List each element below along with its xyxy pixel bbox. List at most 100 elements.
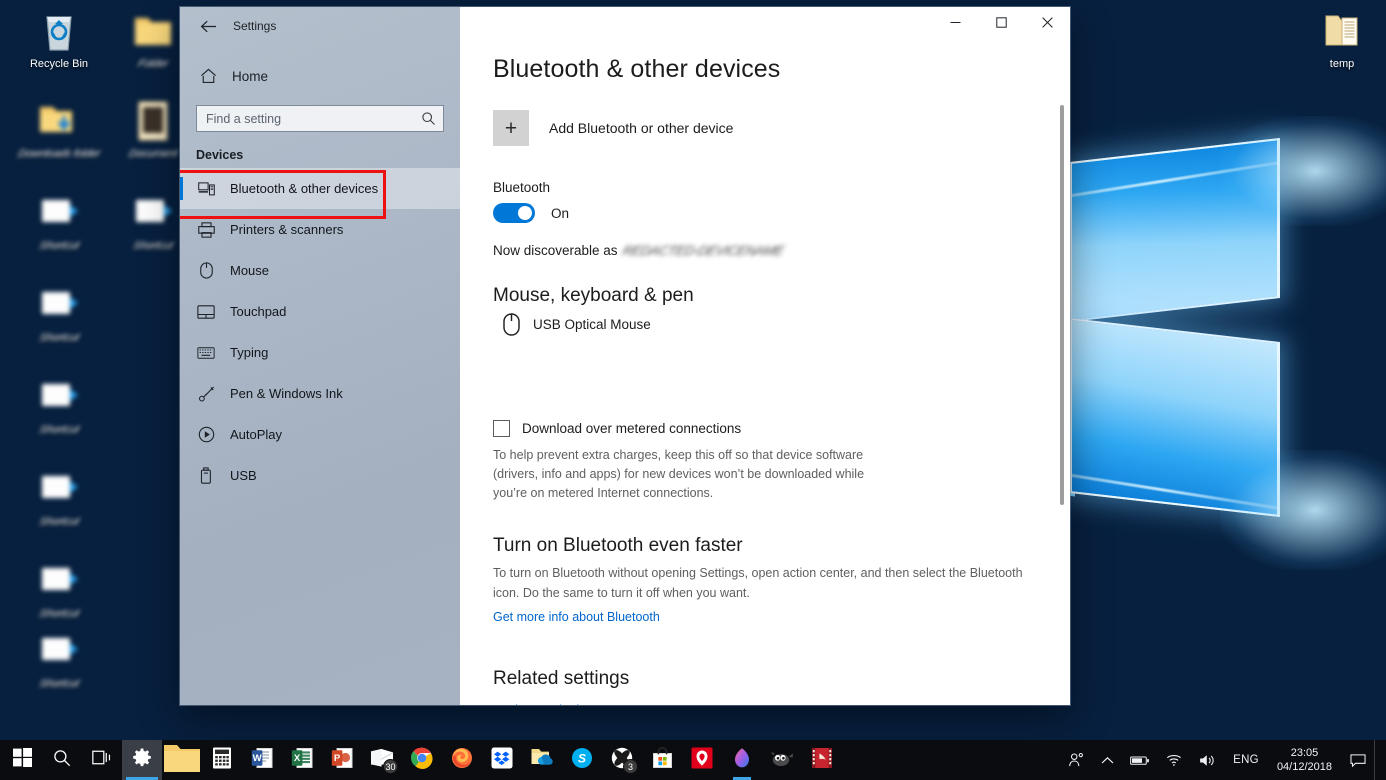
start-button[interactable]	[2, 740, 42, 780]
mail-button[interactable]: 30	[362, 740, 402, 780]
word-button[interactable]: W	[242, 740, 282, 780]
desktop-icon[interactable]: Shortcut	[14, 190, 104, 253]
sidebar-item-touchpad[interactable]: Touchpad	[180, 291, 460, 332]
taskbar-badge: 3	[623, 759, 638, 774]
skype-button[interactable]: S	[562, 740, 602, 780]
sidebar-item-label: USB	[230, 468, 257, 483]
desktop-icon-label: Shortcut	[13, 516, 106, 529]
desktop-icon-label: Downloads folder	[13, 148, 106, 161]
sidebar-item-mouse[interactable]: Mouse	[180, 250, 460, 291]
search-icon[interactable]	[421, 111, 437, 127]
sidebar-item-home[interactable]: Home	[180, 59, 460, 93]
metered-connections-block: Download over metered connections To hel…	[493, 420, 1030, 503]
sidebar-item-pen-windows-ink[interactable]: Pen & Windows Ink	[180, 373, 460, 414]
faster-description: To turn on Bluetooth without opening Set…	[493, 563, 1030, 603]
show-desktop-button[interactable]	[1374, 740, 1382, 780]
taskbar: W X P30 S 3	[0, 740, 1386, 780]
desktop-icon-label: Shortcut	[13, 240, 106, 253]
desktop-icon[interactable]: Shortcut	[14, 558, 104, 621]
desktop-icon[interactable]: Shortcut	[14, 374, 104, 437]
excel-button[interactable]: X	[282, 740, 322, 780]
touchpad-icon	[193, 305, 219, 319]
desktop-icon-label: Shortcut	[13, 678, 106, 691]
avira-button[interactable]	[682, 740, 722, 780]
word-icon: W	[251, 747, 273, 774]
search-input[interactable]	[197, 106, 443, 131]
desktop-icon[interactable]: Shortcut	[14, 466, 104, 529]
vertical-scrollbar[interactable]	[1057, 61, 1066, 695]
discoverable-row: Now discoverable as REDACTED-DEVICENAME	[493, 243, 1030, 258]
bluetooth-devices-icon	[193, 181, 219, 196]
desktop-icon[interactable]: Shortcut	[14, 628, 104, 691]
folder-download-icon	[14, 98, 104, 144]
bluetooth-info-link[interactable]: Get more info about Bluetooth	[493, 610, 660, 624]
keyboard-icon	[193, 347, 219, 359]
sidebar-item-bluetooth-other-devices[interactable]: Bluetooth & other devices	[180, 168, 460, 209]
onedrive-button[interactable]	[522, 740, 562, 780]
settings-sidebar: Settings Home Devices Blue	[180, 7, 460, 705]
taskbar-empty-space	[842, 740, 1060, 780]
desktop-icon[interactable]: temp	[1297, 8, 1386, 71]
battery-icon[interactable]	[1122, 740, 1158, 780]
windows-logo-icon	[13, 748, 32, 772]
people-icon[interactable]	[1060, 740, 1093, 780]
video-editor-button[interactable]	[802, 740, 842, 780]
wifi-icon[interactable]	[1158, 740, 1191, 780]
sidebar-item-autoplay[interactable]: AutoPlay	[180, 414, 460, 455]
folder-open-icon	[1297, 8, 1386, 54]
settings-taskbar-button[interactable]	[122, 740, 162, 780]
device-list-item[interactable]: USB Optical Mouse	[493, 313, 1030, 336]
discoverable-device-name: REDACTED-DEVICENAME	[621, 243, 785, 258]
shortcut-icon	[14, 466, 104, 512]
sidebar-item-label: Touchpad	[230, 304, 286, 319]
desktop-icon[interactable]: Downloads folder	[14, 98, 104, 161]
calculator-button[interactable]	[202, 740, 242, 780]
desktop-icon[interactable]: Recycle Bin	[14, 8, 104, 71]
microsoft-store-button[interactable]	[642, 740, 682, 780]
desktop-icon-label: Shortcut	[13, 608, 106, 621]
sidebar-item-usb[interactable]: USB	[180, 455, 460, 496]
sidebar-item-printers-scanners[interactable]: Printers & scanners	[180, 209, 460, 250]
window-title: Settings	[233, 19, 276, 33]
powerpoint-button[interactable]: P	[322, 740, 362, 780]
chrome-button[interactable]	[402, 740, 442, 780]
calculator-icon	[212, 747, 232, 774]
bluetooth-toggle[interactable]	[493, 203, 535, 223]
devices-and-printers-link[interactable]: Devices and printers	[493, 703, 607, 705]
add-device-button[interactable]: + Add Bluetooth or other device	[493, 110, 1030, 146]
paint3d-button[interactable]	[722, 740, 762, 780]
metered-checkbox-row[interactable]: Download over metered connections	[493, 420, 1030, 437]
file-explorer-button[interactable]	[162, 740, 202, 780]
task-view-button[interactable]	[82, 740, 122, 780]
firefox-button[interactable]	[442, 740, 482, 780]
metered-checkbox[interactable]	[493, 420, 510, 437]
firefox-icon	[451, 747, 473, 774]
autoplay-icon	[193, 426, 219, 443]
clock[interactable]: 23:05 04/12/2018	[1267, 740, 1342, 780]
desktop-icon[interactable]: Shortcut	[14, 282, 104, 345]
store-icon	[652, 747, 673, 774]
svg-text:X: X	[294, 753, 301, 764]
minimize-button[interactable]	[932, 7, 978, 37]
gimp-button[interactable]	[762, 740, 802, 780]
chevron-up-icon[interactable]	[1093, 740, 1122, 780]
search-button[interactable]	[42, 740, 82, 780]
maximize-button[interactable]	[978, 7, 1024, 37]
svg-text:S: S	[578, 751, 586, 765]
scrollbar-thumb[interactable]	[1060, 105, 1064, 505]
sidebar-item-typing[interactable]: Typing	[180, 332, 460, 373]
xbox-button[interactable]: 3	[602, 740, 642, 780]
back-arrow-icon[interactable]	[193, 12, 223, 40]
search-box[interactable]	[196, 105, 444, 132]
language-indicator[interactable]: ENG	[1225, 740, 1267, 780]
dropbox-button[interactable]	[482, 740, 522, 780]
related-settings-block: Related settings Devices and printers	[493, 668, 1030, 705]
bluetooth-toggle-state: On	[551, 206, 569, 221]
home-icon	[194, 68, 222, 84]
faster-heading: Turn on Bluetooth even faster	[493, 535, 1030, 557]
shortcut-icon	[14, 628, 104, 674]
notification-icon[interactable]	[1342, 740, 1374, 780]
close-button[interactable]	[1024, 7, 1070, 37]
speaker-icon[interactable]	[1191, 740, 1225, 780]
sidebar-item-label: Typing	[230, 345, 268, 360]
